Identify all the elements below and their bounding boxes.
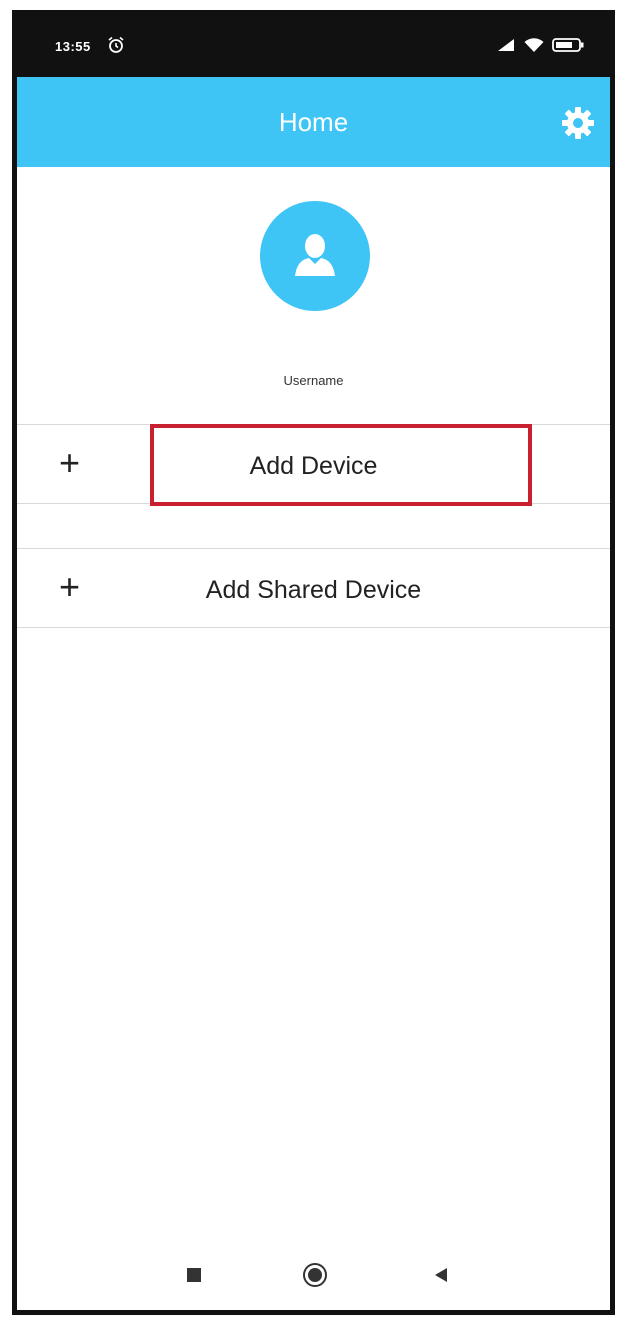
- back-button[interactable]: [424, 1260, 458, 1294]
- navigation-bar: [17, 1240, 610, 1310]
- add-device-label: Add Device: [249, 452, 378, 480]
- add-shared-device-row[interactable]: + Add Shared Device: [17, 548, 610, 628]
- user-icon: [285, 224, 345, 289]
- wifi-icon: [524, 37, 544, 58]
- status-bar: 13:55: [17, 15, 610, 77]
- username: Username: [283, 373, 344, 388]
- avatar[interactable]: [260, 201, 370, 311]
- alarm-icon: [107, 36, 125, 54]
- gear-icon: [560, 105, 596, 146]
- status-icons: [496, 37, 584, 58]
- add-device-row[interactable]: + Add Device: [17, 424, 610, 504]
- add-shared-device-label: Add Shared Device: [205, 576, 422, 604]
- page-title: Home: [278, 107, 349, 137]
- recents-button[interactable]: [177, 1260, 211, 1294]
- home-circle-icon: [302, 1262, 328, 1293]
- settings-button[interactable]: [558, 105, 598, 145]
- status-time: 13:55: [55, 39, 91, 54]
- phone-frame: 13:55 Home Username + Add Device + Add S…: [12, 10, 615, 1315]
- back-triangle-icon: [431, 1265, 451, 1290]
- battery-icon: [552, 37, 584, 58]
- recents-square-icon: [184, 1265, 204, 1290]
- home-button[interactable]: [298, 1260, 332, 1294]
- signal-icon: [496, 38, 516, 57]
- app-bar: Home: [17, 77, 610, 167]
